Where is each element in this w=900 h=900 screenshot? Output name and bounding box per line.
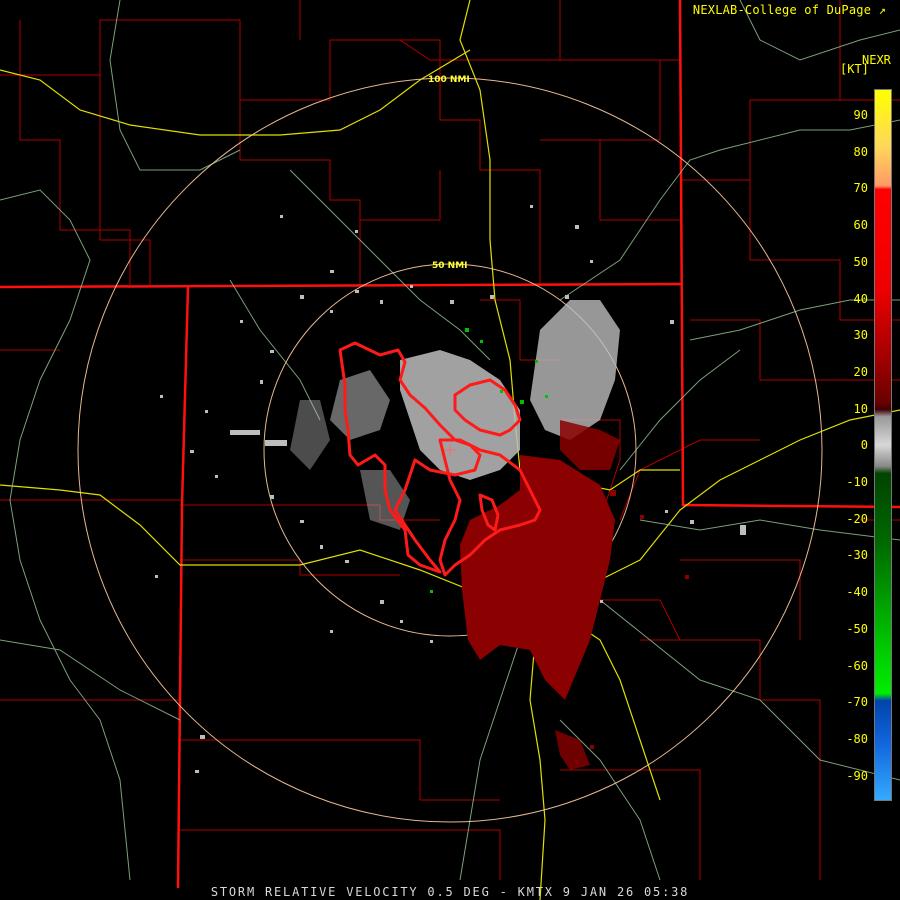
range-ring-100-label: 100 NMI (428, 75, 470, 85)
scale-tick-label: 80 (853, 144, 868, 159)
scale-tick-label: 70 (853, 181, 868, 196)
scale-tick-label: 60 (853, 218, 868, 233)
ground-clutter-echoes (155, 205, 746, 773)
external-link-icon: ↗ (878, 3, 886, 17)
radar-map: 100 NMI 50 NMI (0, 0, 900, 900)
scale-tick-label: -60 (846, 658, 868, 673)
scale-tick-label: -50 (846, 621, 868, 636)
velocity-color-scale (874, 89, 892, 801)
scale-tick-label: -80 (846, 731, 868, 746)
scale-tick-label: -40 (846, 585, 868, 600)
range-ring-50-label: 50 NMI (432, 261, 468, 271)
scale-tick-label: -70 (846, 695, 868, 710)
units-label: [KT] (840, 62, 869, 76)
scale-tick-label: -30 (846, 548, 868, 563)
credit-text: NEXLAB-College of DuPage (692, 3, 872, 17)
scale-tick-label: -20 (846, 511, 868, 526)
scale-tick-label: 20 (853, 364, 868, 379)
scale-tick-label: 40 (853, 291, 868, 306)
nexlab-credit[interactable]: NEXLAB-College of DuPage ↗ (693, 3, 886, 17)
scale-tick-label: 30 (853, 328, 868, 343)
product-caption: STORM RELATIVE VELOCITY 0.5 DEG - KMTX 9… (210, 885, 690, 899)
scale-tick-label: 0 (860, 438, 868, 453)
scale-tick-label: 90 (853, 108, 868, 122)
scale-tick-label: -90 (846, 768, 868, 783)
scale-tick-label: 10 (853, 401, 868, 416)
scale-tick-label: 50 (853, 254, 868, 269)
scale-tick-label: -10 (846, 475, 868, 489)
